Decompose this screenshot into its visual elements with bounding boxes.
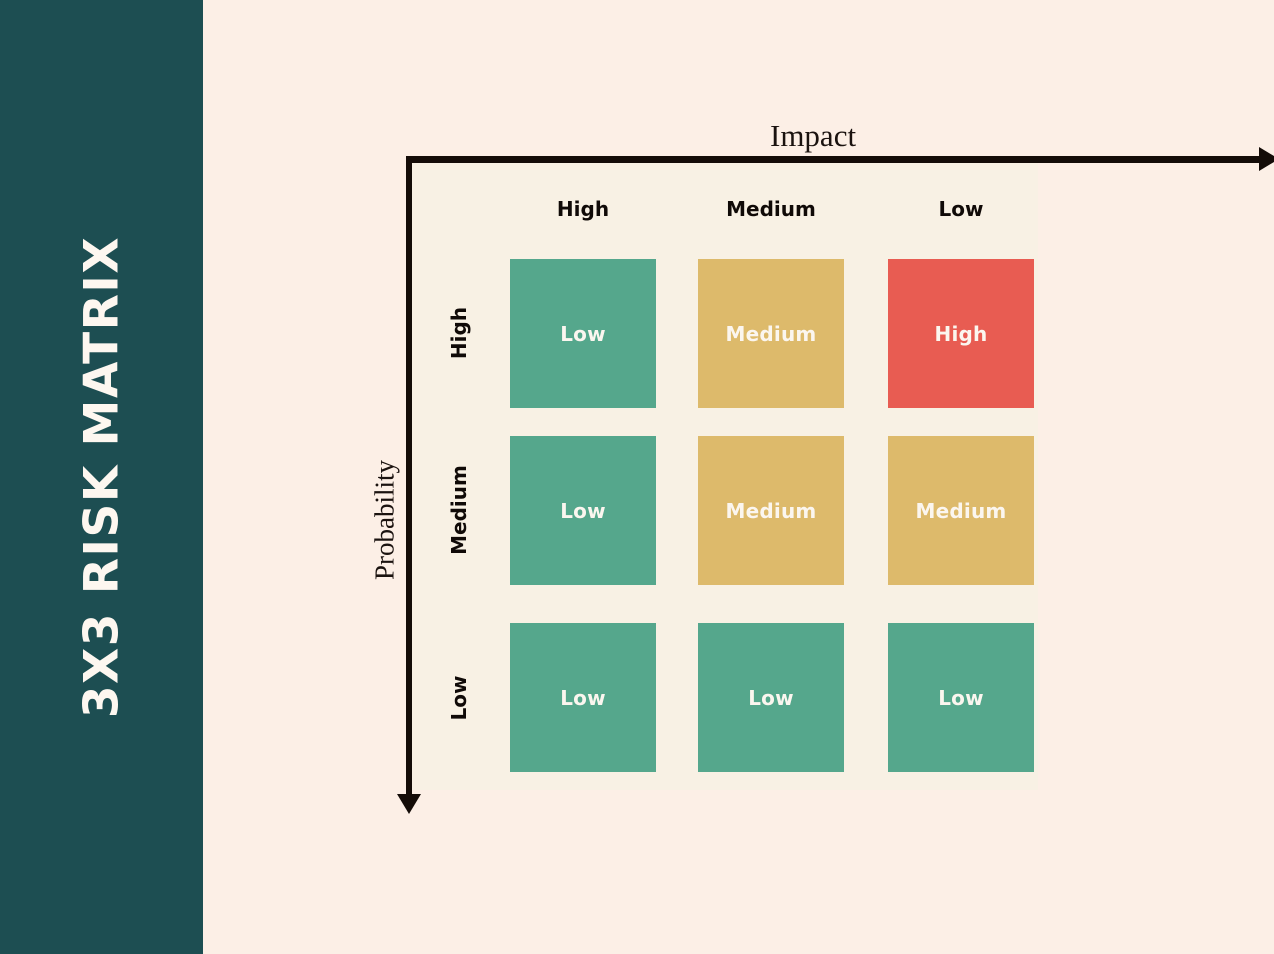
matrix-cell[interactable]: High <box>888 259 1034 408</box>
matrix-cell-label: Medium <box>725 498 817 523</box>
matrix-cell[interactable]: Low <box>698 623 844 772</box>
matrix-cell[interactable]: Low <box>888 623 1034 772</box>
y-axis-arrow-icon <box>397 794 421 814</box>
page-title: 3X3 RISK MATRIX <box>74 235 129 719</box>
column-header-impact-high: High <box>556 197 610 221</box>
column-header-impact-low: Low <box>938 197 984 221</box>
row-label-probability-medium-text: Medium <box>447 465 471 555</box>
matrix-cell-label: Medium <box>915 498 1007 523</box>
row-label-probability-low-text: Low <box>447 675 471 721</box>
matrix-cell-label: Low <box>560 685 606 710</box>
matrix-cell-label: Medium <box>725 321 817 346</box>
matrix-cell[interactable]: Low <box>510 623 656 772</box>
row-label-probability-high-text: High <box>447 306 471 360</box>
risk-matrix-page: 3X3 RISK MATRIX Impact Probability High … <box>0 0 1274 954</box>
matrix-cell-label: High <box>934 321 988 346</box>
matrix-cell-label: Low <box>560 321 606 346</box>
risk-matrix-chart: Impact Probability High Medium Low High … <box>203 0 1274 954</box>
matrix-cell-label: Low <box>560 498 606 523</box>
matrix-cell[interactable]: Medium <box>888 436 1034 585</box>
x-axis-line <box>409 156 1271 163</box>
y-axis-line <box>406 156 412 802</box>
x-axis-arrow-icon <box>1259 147 1274 171</box>
y-axis-title: Probability <box>369 460 400 580</box>
matrix-cell[interactable]: Medium <box>698 259 844 408</box>
matrix-cell-label: Low <box>938 685 984 710</box>
matrix-cell-label: Low <box>748 685 794 710</box>
matrix-cell[interactable]: Low <box>510 259 656 408</box>
matrix-cell[interactable]: Medium <box>698 436 844 585</box>
matrix-cell[interactable]: Low <box>510 436 656 585</box>
sidebar: 3X3 RISK MATRIX <box>0 0 203 954</box>
column-header-impact-medium: Medium <box>726 197 816 221</box>
